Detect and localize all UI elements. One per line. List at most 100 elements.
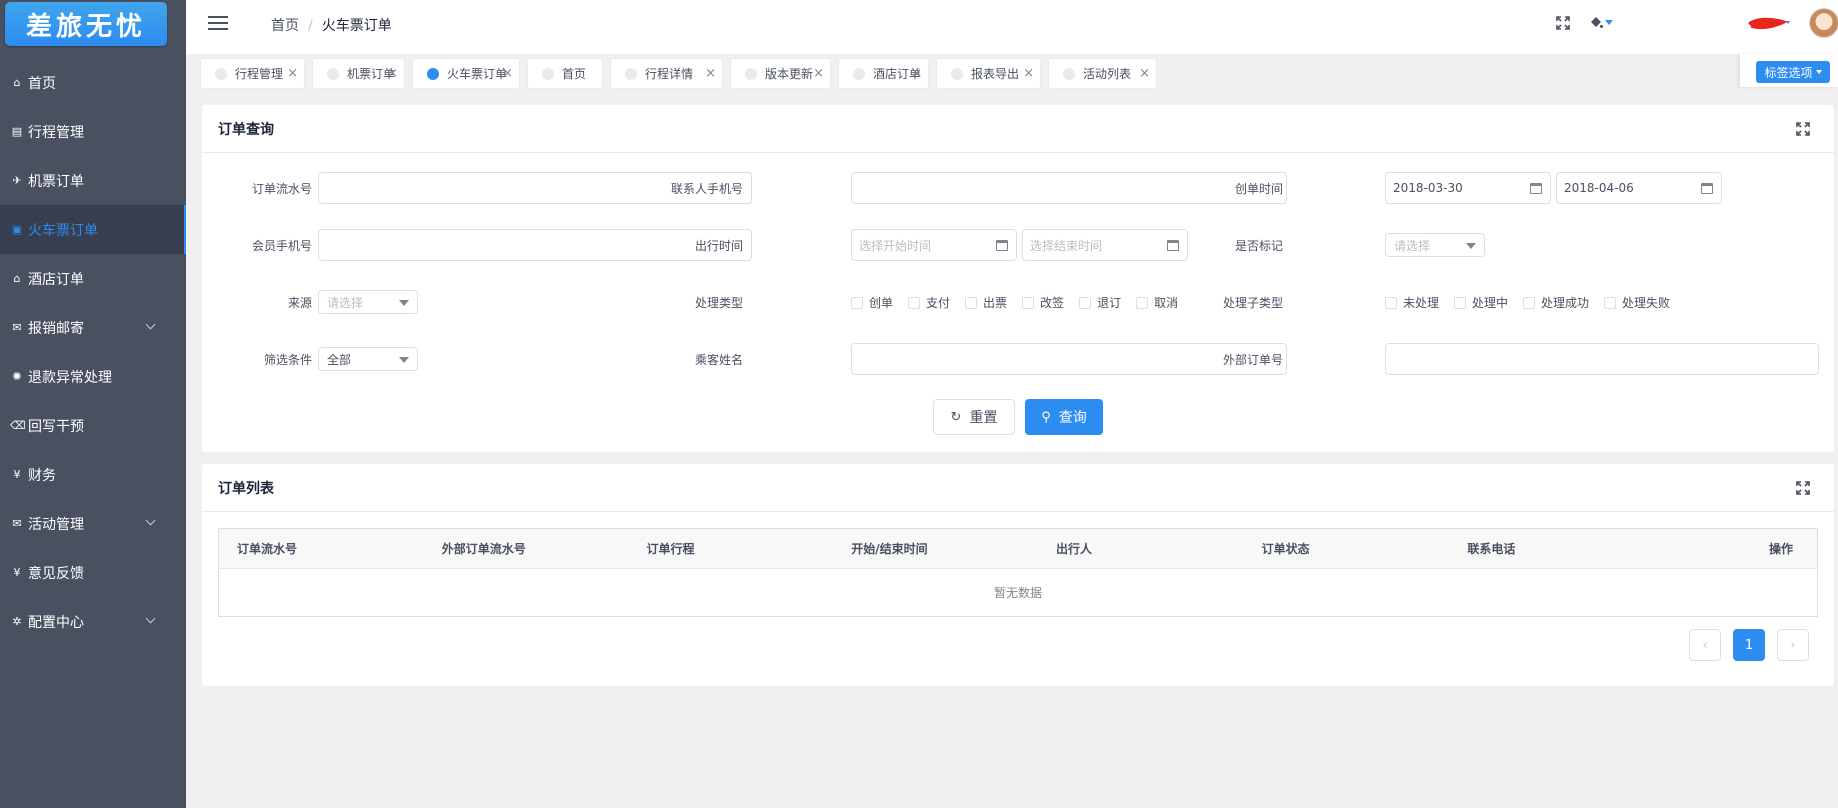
filter-select[interactable]: 全部 [318,347,418,371]
process-subtype-checkboxes: 未处理 处理中 处理成功 处理失败 [1385,294,1685,311]
checkbox-option[interactable]: 处理中 [1454,294,1508,311]
checkbox[interactable] [1079,296,1092,309]
checkbox[interactable] [1385,296,1397,309]
checkbox-option[interactable]: 退订 [1079,294,1121,311]
checkbox-label: 未处理 [1403,296,1440,310]
sidebar-item-9[interactable]: ✉ 活动管理 [0,499,186,548]
filter-label: 筛选条件 [263,353,312,367]
fullscreen-icon[interactable] [1556,16,1570,30]
sidebar-item-4[interactable]: ⌂ 酒店订单 [0,254,186,303]
tab-2[interactable]: 火车票订单 × [412,58,520,89]
checkbox-option[interactable]: 取消 [1136,294,1178,311]
checkbox-option[interactable]: 改签 [1022,294,1064,311]
column-header: 操作 [1768,542,1793,556]
source-select[interactable]: 请选择 [318,290,418,314]
chevron-down-icon [145,319,156,330]
tab-4[interactable]: 行程详情 × [610,58,723,89]
sidebar-item-6[interactable]: ✺ 退款异常处理 [0,352,186,401]
sidebar-item-8[interactable]: ¥ 财务 [0,450,186,499]
sidebar-item-0[interactable]: ⌂ 首页 [0,58,186,107]
tab-1[interactable]: 机票订单 × [312,58,405,89]
checkbox[interactable] [1454,296,1467,309]
top-header: 首页 / 火车票订单 [186,0,1838,54]
sidebar-item-label: 机票订单 [28,173,84,190]
sidebar-item-10[interactable]: ¥ 意见反馈 [0,548,186,597]
sidebar-item-label: 意见反馈 [28,565,84,582]
sidebar-item-5[interactable]: ✉ 报销邮寄 [0,303,186,352]
close-icon[interactable]: × [1023,66,1034,81]
tab-label: 版本更新 [765,67,814,81]
mark-select[interactable]: 请选择 [1385,233,1485,257]
checkbox[interactable] [1136,296,1149,309]
process-subtype-label: 处理子类型 [1222,296,1283,310]
sidebar-item-7[interactable]: ⌫ 回写干预 [0,401,186,450]
tab-0[interactable]: 行程管理 × [200,58,305,89]
sidebar-item-2[interactable]: ✈ 机票订单 [0,156,186,205]
checkbox[interactable] [965,296,978,309]
train-icon: ▣ [11,223,23,236]
bug-icon: ✺ [12,370,22,383]
sidebar-item-label: 报销邮寄 [28,320,84,337]
prev-page-button[interactable]: ‹ [1689,629,1721,661]
travel-time-start-input[interactable]: 选择开始时间 [851,229,1017,261]
sidebar-item-1[interactable]: ▤ 行程管理 [0,107,186,156]
calendar-icon [1530,183,1542,194]
checkbox[interactable] [1604,296,1617,309]
query-button[interactable]: ⚲ 查询 [1025,399,1103,435]
tab-label: 行程管理 [235,67,284,81]
username-redacted[interactable] [1746,16,1791,32]
checkbox-label: 退订 [1097,296,1122,310]
close-icon[interactable]: × [387,66,398,81]
tab-options-button[interactable]: 标签选项 [1756,61,1830,83]
mark-label: 是否标记 [1234,239,1283,253]
create-time-start-value: 2018-03-30 [1393,181,1463,195]
sidebar-item-label: 酒店订单 [28,271,84,288]
checkbox-option[interactable]: 处理失败 [1604,294,1670,311]
app-logo[interactable]: 差旅无忧 [5,2,167,46]
close-icon[interactable]: × [502,66,513,81]
tab-options-label: 标签选项 [1764,65,1813,80]
avatar[interactable] [1809,8,1838,38]
checkbox[interactable] [851,296,863,309]
sidebar-item-3[interactable]: ▣ 火车票订单 [0,205,186,254]
checkbox-option[interactable]: 未处理 [1385,294,1439,311]
tab-6[interactable]: 酒店订单 × [838,58,929,89]
expand-icon[interactable] [1796,122,1810,136]
checkbox[interactable] [908,296,921,309]
create-time-end-value: 2018-04-06 [1564,181,1634,195]
checkbox[interactable] [1523,296,1536,309]
tab-3[interactable]: 首页 [527,58,603,89]
travel-time-end-input[interactable]: 选择结束时间 [1022,229,1188,261]
column-header: 出行人 [1055,542,1092,556]
tab-5[interactable]: 版本更新 × [730,58,831,89]
breadcrumb-home[interactable]: 首页 [271,18,299,34]
tab-label: 活动列表 [1083,67,1132,81]
tab-8[interactable]: 活动列表 × [1048,58,1157,89]
checkbox-option[interactable]: 处理成功 [1523,294,1589,311]
tab-7[interactable]: 报表导出 × [936,58,1041,89]
close-icon[interactable]: × [813,66,824,81]
theme-paint-icon[interactable] [1589,14,1613,30]
create-time-end-input[interactable]: 2018-04-06 [1556,172,1722,204]
next-page-button[interactable]: › [1777,629,1809,661]
checkbox-option[interactable]: 出票 [965,294,1007,311]
checkbox[interactable] [1022,296,1035,309]
create-time-start-input[interactable]: 2018-03-30 [1385,172,1551,204]
close-icon[interactable]: × [705,66,716,81]
gear-icon: ✲ [12,615,22,628]
menu-toggle-icon[interactable] [208,16,228,30]
refresh-icon: ↻ [950,409,962,425]
expand-icon[interactable] [1796,481,1810,495]
checkbox-option[interactable]: 创单 [851,294,893,311]
tab-status-dot [215,67,227,80]
close-icon[interactable]: × [911,66,922,81]
sidebar-item-11[interactable]: ✲ 配置中心 [0,597,186,646]
close-icon[interactable]: × [287,66,298,81]
page-button-current[interactable]: 1 [1733,629,1765,661]
query-card-header: 订单查询 [202,105,1834,153]
checkbox-label: 出票 [983,296,1008,310]
external-no-input[interactable] [1385,343,1819,375]
close-icon[interactable]: × [1139,66,1150,81]
reset-button[interactable]: ↻ 重置 [933,399,1015,435]
checkbox-option[interactable]: 支付 [908,294,950,311]
